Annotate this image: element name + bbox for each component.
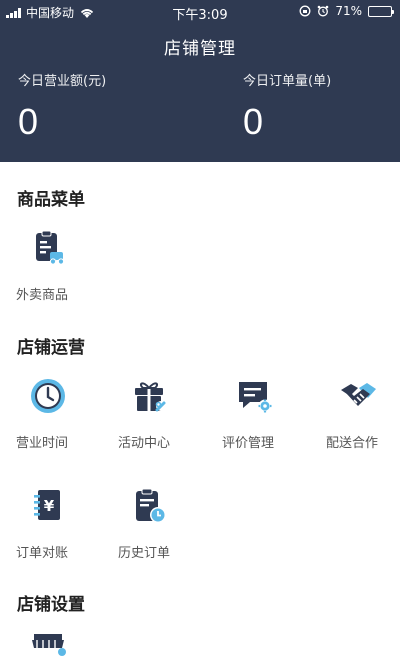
- ops-item-label: 订单对账: [16, 546, 69, 561]
- header: 中国移动 下午3:09 71% 店铺管理 今日营业额(元) 0 今日订单量(单)…: [0, 0, 400, 162]
- ops-item-history-orders[interactable]: 历史订单: [118, 486, 208, 561]
- review-icon: [239, 382, 272, 413]
- ops-item-delivery-cooperation[interactable]: 配送合作: [326, 376, 400, 451]
- page-title: 店铺管理: [164, 39, 236, 59]
- status-bar: 中国移动 下午3:09 71%: [0, 0, 400, 24]
- ops-item-label: 活动中心: [118, 436, 171, 451]
- ledger-icon: ¥: [34, 490, 60, 520]
- gift-icon: [135, 382, 166, 412]
- section-title-settings: 店铺设置: [17, 595, 85, 615]
- section-title-operations: 店铺运营: [17, 338, 85, 358]
- menu-item-label: 外卖商品: [16, 288, 69, 303]
- battery-percent: 71%: [335, 4, 362, 18]
- ops-item-order-reconciliation[interactable]: ¥ 订单对账: [16, 486, 106, 561]
- ops-item-label: 营业时间: [16, 436, 69, 451]
- stat-revenue: 今日营业额(元) 0: [18, 70, 106, 143]
- battery-icon: [368, 5, 394, 17]
- ops-item-business-hours[interactable]: 营业时间: [16, 376, 106, 451]
- ops-item-activity-center[interactable]: 活动中心: [118, 376, 208, 451]
- stat-revenue-value: 0: [18, 101, 39, 142]
- stat-orders-value: 0: [243, 101, 264, 142]
- ops-item-review-management[interactable]: 评价管理: [222, 376, 312, 451]
- stat-orders-label: 今日订单量(单): [243, 74, 332, 89]
- svg-text:¥: ¥: [44, 497, 55, 515]
- stat-orders: 今日订单量(单) 0: [243, 70, 331, 143]
- store-icon: [32, 634, 66, 656]
- handshake-icon: [341, 383, 376, 406]
- alarm-icon: [318, 5, 329, 17]
- section-title-menu: 商品菜单: [17, 190, 85, 210]
- ops-item-label: 配送合作: [326, 436, 379, 451]
- ops-item-label: 评价管理: [222, 436, 275, 451]
- stat-revenue-label: 今日营业额(元): [18, 74, 107, 89]
- menu-item-takeout-goods[interactable]: 外卖商品: [16, 228, 106, 303]
- settings-item-store[interactable]: [16, 632, 106, 660]
- clock-icon: [31, 379, 65, 413]
- lock-rotation-icon: [299, 5, 311, 17]
- takeout-goods-icon: [36, 230, 65, 265]
- ops-item-label: 历史订单: [118, 546, 171, 561]
- history-order-icon: [136, 488, 166, 523]
